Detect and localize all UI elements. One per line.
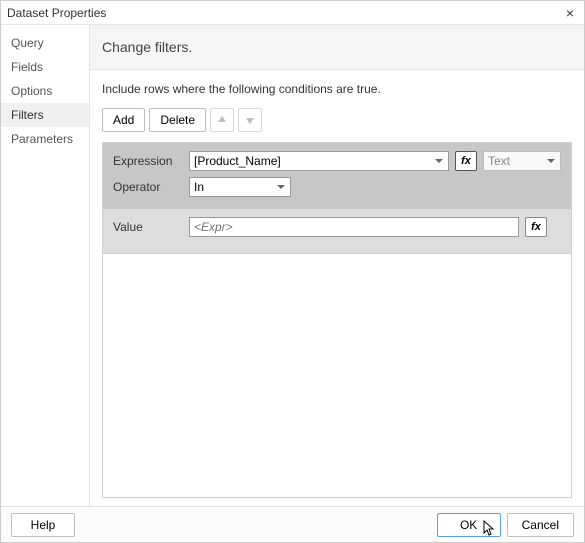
operator-label: Operator xyxy=(113,180,183,194)
sidebar-item-options[interactable]: Options xyxy=(1,79,89,103)
value-input[interactable] xyxy=(189,217,519,237)
page-header: Change filters. xyxy=(90,25,584,70)
content-pane: Change filters. Include rows where the f… xyxy=(90,25,584,506)
cancel-button[interactable]: Cancel xyxy=(507,513,574,537)
add-button[interactable]: Add xyxy=(102,108,145,132)
sidebar-item-filters[interactable]: Filters xyxy=(1,103,89,127)
move-up-button[interactable] xyxy=(210,108,234,132)
instructions-text: Include rows where the following conditi… xyxy=(90,70,584,102)
operator-select[interactable]: In xyxy=(189,177,291,197)
sidebar-item-label: Query xyxy=(11,36,44,50)
close-button[interactable]: × xyxy=(562,5,578,21)
type-select[interactable]: Text xyxy=(483,151,561,171)
main-area: Query Fields Options Filters Parameters … xyxy=(1,25,584,506)
operator-select-wrap: In xyxy=(189,177,291,197)
value-label: Value xyxy=(113,220,183,234)
operator-row: Operator In xyxy=(113,177,561,197)
help-button[interactable]: Help xyxy=(11,513,75,537)
filter-body: Value fx xyxy=(103,209,571,253)
sidebar-item-query[interactable]: Query xyxy=(1,31,89,55)
dialog-footer: Help OK Cancel xyxy=(1,506,584,542)
titlebar: Dataset Properties × xyxy=(1,1,584,25)
page-title: Change filters. xyxy=(102,39,572,55)
filter-header: Expression [Product_Name] fx Text Oper xyxy=(103,143,571,209)
arrow-down-icon xyxy=(245,113,255,128)
sidebar-item-label: Parameters xyxy=(11,132,73,146)
value-fx-button[interactable]: fx xyxy=(525,217,547,237)
type-select-wrap: Text xyxy=(483,151,561,171)
sidebar-item-fields[interactable]: Fields xyxy=(1,55,89,79)
arrow-up-icon xyxy=(217,113,227,128)
expression-fx-button[interactable]: fx xyxy=(455,151,477,171)
filter-list-empty xyxy=(102,254,572,498)
move-down-button[interactable] xyxy=(238,108,262,132)
value-row: Value fx xyxy=(113,217,561,237)
ok-button[interactable]: OK xyxy=(437,513,501,537)
expression-select-wrap: [Product_Name] xyxy=(189,151,449,171)
expression-label: Expression xyxy=(113,154,183,168)
filter-panel: Expression [Product_Name] fx Text Oper xyxy=(102,142,572,254)
expression-row: Expression [Product_Name] fx Text xyxy=(113,151,561,171)
sidebar-item-label: Fields xyxy=(11,60,43,74)
sidebar-item-parameters[interactable]: Parameters xyxy=(1,127,89,151)
sidebar-item-label: Filters xyxy=(11,108,44,122)
window-title: Dataset Properties xyxy=(7,6,106,20)
filters-toolbar: Add Delete xyxy=(90,102,584,142)
sidebar-item-label: Options xyxy=(11,84,52,98)
expression-select[interactable]: [Product_Name] xyxy=(189,151,449,171)
delete-button[interactable]: Delete xyxy=(149,108,206,132)
sidebar: Query Fields Options Filters Parameters xyxy=(1,25,90,506)
